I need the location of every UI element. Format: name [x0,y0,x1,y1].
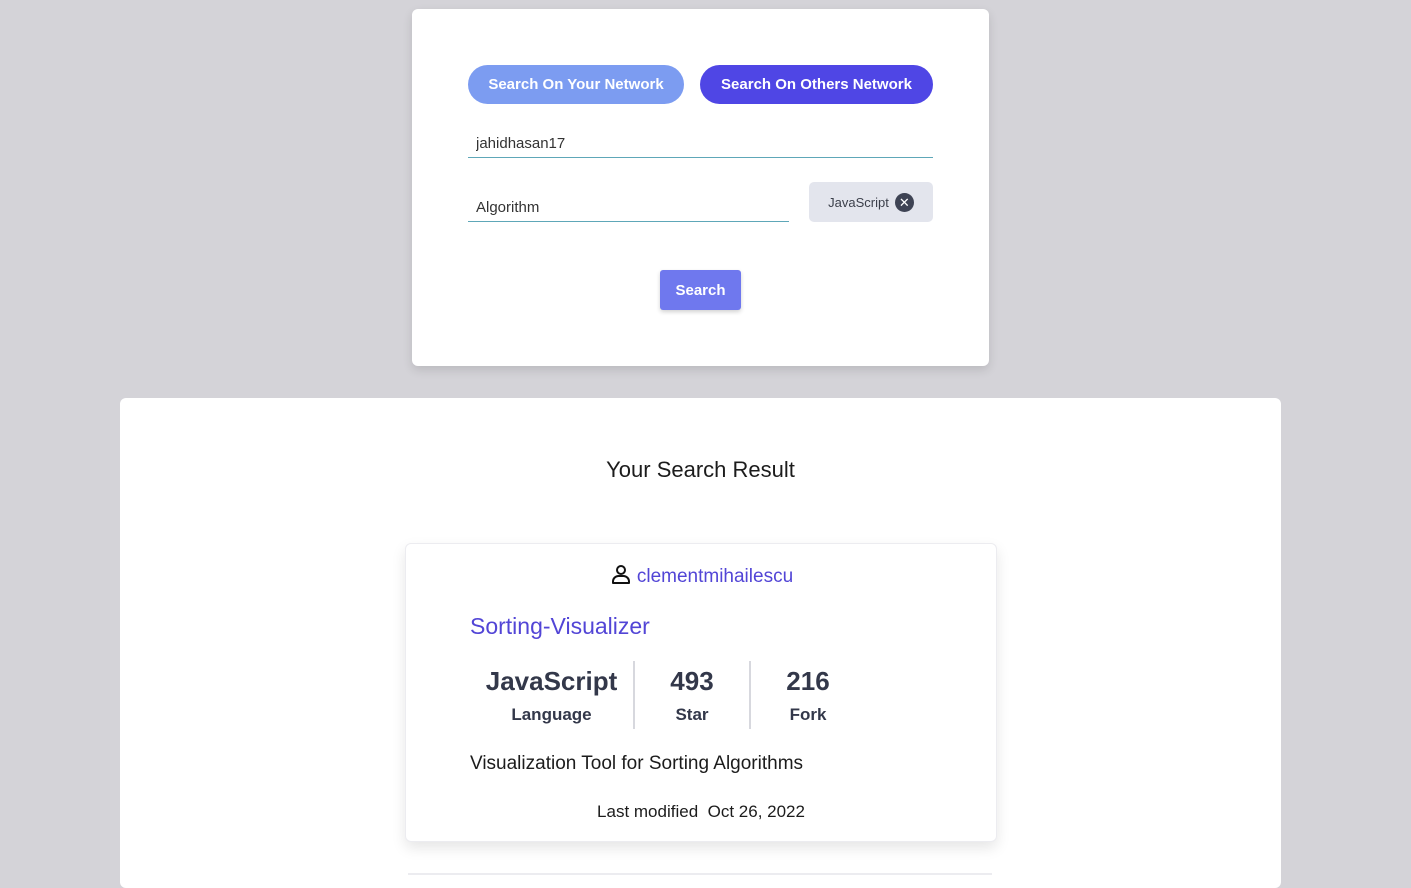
repo-stats: JavaScript Language 493 Star 216 Fork [470,661,865,729]
repo-description: Visualization Tool for Sorting Algorithm… [470,753,804,774]
stat-language-label: Language [511,704,592,724]
topic-input[interactable] [468,197,789,222]
stat-fork: 216 Fork [749,661,865,729]
stat-star-value: 493 [670,665,714,696]
language-chip-label: JavaScript [828,194,889,210]
owner-link[interactable]: clementmihailescu [637,566,793,588]
search-card: Search On Your Network Search On Others … [412,9,989,366]
last-modified: Last modified Oct 26, 2022 [406,802,996,822]
stat-language-value: JavaScript [485,665,618,696]
last-modified-date: Oct 26, 2022 [707,802,805,821]
repo-card: clementmihailescu Sorting-Visualizer Jav… [405,543,997,842]
stat-star: 493 Star [633,661,749,729]
stat-fork-label: Fork [789,704,827,724]
stat-star-label: Star [675,704,709,724]
stat-language: JavaScript Language [470,661,633,729]
repo-name-link[interactable]: Sorting-Visualizer [470,613,650,640]
search-button[interactable]: Search [660,270,741,310]
results-panel: Your Search Result clementmihailescu Sor… [120,398,1281,888]
stat-fork-value: 216 [786,665,830,696]
language-chip: JavaScript ✕ [809,182,933,222]
next-repo-card-edge [408,873,992,875]
owner-row: clementmihailescu [406,562,996,591]
results-title: Your Search Result [606,457,795,482]
close-circle-icon[interactable]: ✕ [894,192,914,212]
search-others-network-button[interactable]: Search On Others Network [700,65,933,104]
user-icon [609,562,633,591]
search-your-network-button[interactable]: Search On Your Network [468,65,684,104]
last-modified-label: Last modified [597,802,699,821]
username-input[interactable] [468,134,933,158]
